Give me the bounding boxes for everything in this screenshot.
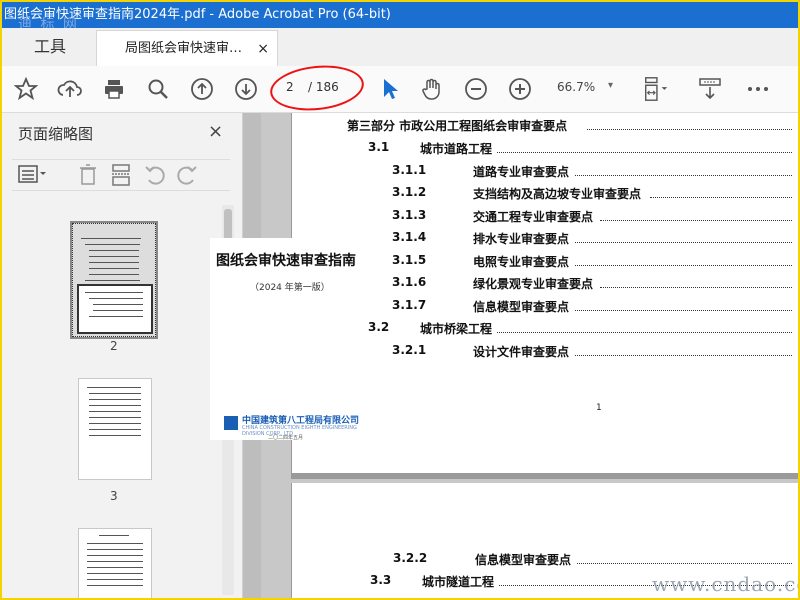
toc-entry[interactable]: 排水专业审查要点	[473, 230, 569, 247]
toc-number: 3.1.2	[392, 185, 427, 199]
thumbnail-page-4[interactable]	[78, 528, 152, 598]
cover-company-en: CHINA CONSTRUCTION EIGHTH ENGINEERING DI…	[242, 425, 357, 437]
cover-preview-popup: 图纸会审快速审查指南 （2024 年第一版） 中国建筑第八工程局有限公司 CHI…	[210, 238, 365, 441]
toc-leader-dots	[575, 265, 792, 266]
app-window: 图纸会审快速审查指南2024年.pdf - Adobe Acrobat Pro …	[0, 0, 800, 600]
tab-bar: 工具 局图纸会审快速审… ×	[2, 28, 798, 67]
toc-number: 3.2	[368, 320, 390, 334]
toc-leader-dots	[497, 332, 792, 333]
select-cursor-icon[interactable]	[376, 75, 404, 103]
toc-number: 3.1.7	[392, 298, 427, 312]
toc-entry[interactable]: 第三部分 市政公用工程图纸会审审查要点	[347, 117, 567, 134]
tab-document-label: 局图纸会审快速审…	[125, 41, 243, 56]
tab-document[interactable]: 局图纸会审快速审… ×	[96, 30, 278, 67]
thumbnail-label: 3	[110, 489, 118, 503]
zoom-in-icon[interactable]	[506, 75, 534, 103]
cloud-upload-icon[interactable]	[56, 75, 84, 103]
cover-subtitle: （2024 年第一版）	[250, 283, 330, 293]
toc-entry[interactable]: 城市道路工程	[420, 140, 492, 157]
panel-close-icon[interactable]: ×	[208, 121, 223, 142]
page-separator	[291, 473, 798, 479]
toc-leader-dots	[600, 220, 792, 221]
thumbnail-page-3[interactable]	[78, 378, 152, 480]
toc-entry[interactable]: 信息模型审查要点	[473, 298, 569, 315]
toc-leader-dots	[497, 152, 792, 153]
toc-number: 3.1.5	[392, 253, 427, 267]
page-down-icon[interactable]	[232, 75, 260, 103]
toc-entry[interactable]: 城市桥梁工程	[420, 320, 492, 337]
main-toolbar: 2 / 186 66.7% ▾	[2, 61, 798, 115]
toc-leader-dots	[600, 287, 792, 288]
extract-page-icon[interactable]	[110, 164, 132, 191]
toc-entry[interactable]: 支挡结构及高边坡专业审查要点	[473, 185, 641, 202]
more-icon[interactable]	[744, 75, 772, 103]
thumbnails-panel: 页面缩略图 × 2 3	[2, 113, 243, 598]
toc-number: 3.1.4	[392, 230, 427, 244]
thumbnail-page-2[interactable]	[70, 221, 158, 339]
toc-entry[interactable]: 设计文件审查要点	[473, 343, 569, 360]
search-icon[interactable]	[144, 75, 172, 103]
toc-leader-dots	[577, 563, 792, 564]
zoom-value[interactable]: 66.7%	[557, 80, 595, 94]
toc-number: 3.1.6	[392, 275, 427, 289]
toc-leader-dots	[575, 175, 792, 176]
toc-leader-dots	[650, 197, 792, 198]
toc-entry[interactable]: 交通工程专业审查要点	[473, 208, 593, 225]
toc-number: 3.2.1	[392, 343, 427, 357]
panel-toolbar	[12, 159, 230, 191]
thumbnail-label: 2	[110, 339, 118, 353]
company-logo-icon	[224, 416, 238, 430]
rotate-right-icon[interactable]	[176, 164, 198, 191]
toc-leader-dots	[586, 129, 792, 130]
toc-entry[interactable]: 城市隧道工程	[422, 573, 494, 590]
star-icon[interactable]	[12, 75, 40, 103]
toc-entry[interactable]: 绿化景观专业审查要点	[473, 275, 593, 292]
toc-number: 3.3	[370, 573, 392, 587]
toc-entry[interactable]: 电照专业审查要点	[473, 253, 569, 270]
toc-leader-dots	[575, 310, 792, 311]
toc-entry[interactable]: 信息模型审查要点	[475, 551, 571, 568]
toc-number: 3.1.1	[392, 163, 427, 177]
thumbnail-viewport-box[interactable]	[77, 284, 153, 334]
tab-tools[interactable]: 工具	[2, 28, 98, 66]
tab-close-icon[interactable]: ×	[257, 31, 269, 67]
toc-leader-dots	[575, 355, 792, 356]
page-number-label: 1	[596, 403, 602, 413]
toc-number: 3.2.2	[393, 551, 428, 565]
rotate-left-icon[interactable]	[144, 164, 166, 191]
watermark-top: 迪 标 网	[18, 17, 79, 28]
watermark-bottom: www.cndao.com	[652, 572, 798, 596]
toc-entry[interactable]: 道路专业审查要点	[473, 163, 569, 180]
red-annotation-circle	[267, 61, 367, 115]
toc-number: 3.1.3	[392, 208, 427, 222]
document-page: 第三部分 市政公用工程图纸会审审查要点 3.1 城市道路工程 3.1.1 道路专业审查要…	[291, 113, 798, 473]
scroll-mode-icon[interactable]	[696, 75, 724, 103]
zoom-dropdown-icon[interactable]: ▾	[608, 80, 613, 91]
cover-footer: 二〇二四年五月	[268, 435, 304, 441]
options-menu-icon[interactable]	[18, 164, 48, 189]
print-icon[interactable]	[100, 75, 128, 103]
delete-page-icon[interactable]	[78, 164, 98, 191]
panel-title: 页面缩略图	[18, 125, 94, 143]
page-up-icon[interactable]	[188, 75, 216, 103]
zoom-out-icon[interactable]	[462, 75, 490, 103]
toc-number: 3.1	[368, 140, 390, 154]
hand-icon[interactable]	[418, 75, 446, 103]
toc-leader-dots	[575, 242, 792, 243]
title-bar: 图纸会审快速审查指南2024年.pdf - Adobe Acrobat Pro …	[2, 2, 798, 28]
fit-page-icon[interactable]	[642, 75, 670, 103]
cover-title: 图纸会审快速审查指南	[216, 253, 356, 269]
